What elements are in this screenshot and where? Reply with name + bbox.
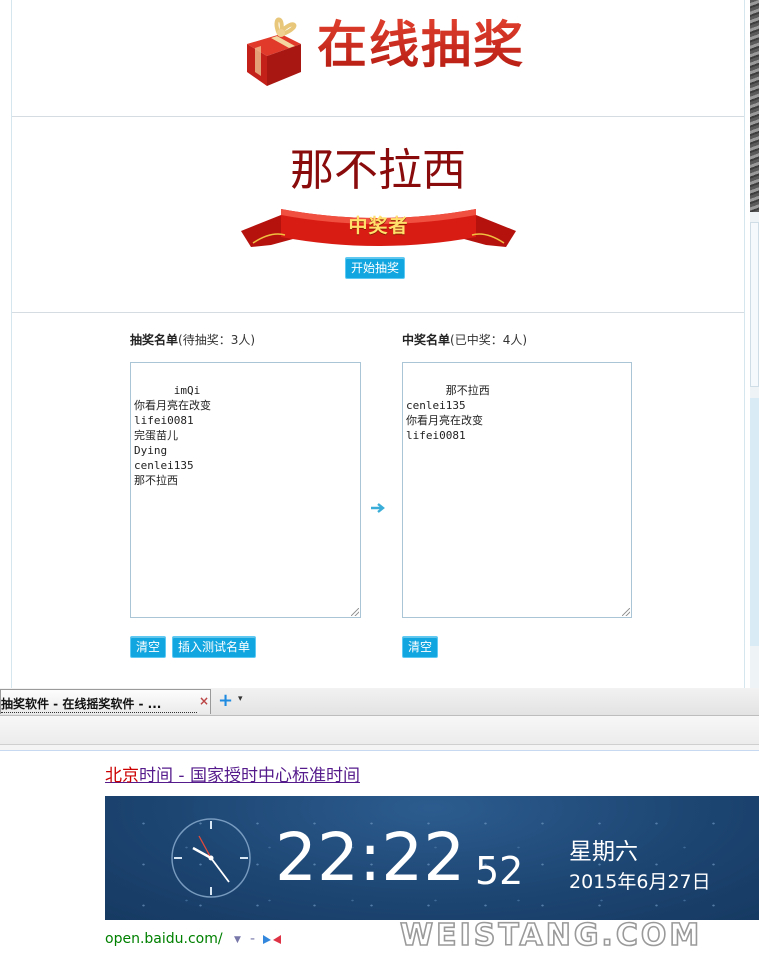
- date-label: 2015年6月27日: [569, 871, 711, 893]
- pending-list-entries: imQi 你看月亮在改变 lifei0081 完蛋苗儿 Dying cenlei…: [134, 384, 211, 487]
- browser-toolbar-divider: [0, 745, 759, 751]
- winner-list-textarea[interactable]: 那不拉西 cenlei135 你看月亮在改变 lifei0081: [402, 362, 632, 618]
- title-text: 时间: [139, 766, 173, 786]
- tab-menu-chevron-icon[interactable]: ▾: [238, 694, 243, 704]
- start-draw-button[interactable]: 开始抽奖: [345, 257, 406, 279]
- analog-clock-icon: [171, 818, 251, 898]
- right-arrow-icon: [371, 503, 385, 513]
- time-widget: 22:22 52 星期六 2015年6月27日: [105, 796, 759, 920]
- search-result-title[interactable]: 北京时间 - 国家授时中心标准时间: [105, 761, 360, 786]
- winner-display: 那不拉西 中奖者 开始抽奖: [12, 117, 744, 313]
- result-url[interactable]: open.baidu.com/: [105, 931, 223, 947]
- digital-time: 22:22: [275, 819, 466, 896]
- weekday-label: 星期六: [569, 839, 638, 865]
- page-header: 在线抽奖: [12, 0, 744, 117]
- browser-tab-bar: 抽奖软件 - 在线摇奖软件 - ... × + ▾: [0, 688, 759, 716]
- winner-count: (已中奖：4人): [450, 333, 528, 347]
- baidu-share-icon[interactable]: [262, 934, 282, 945]
- winner-name: 那不拉西: [290, 145, 466, 196]
- clear-pending-button[interactable]: 清空: [130, 636, 167, 658]
- pending-count: (待抽奖：3人): [178, 333, 256, 347]
- side-image: [750, 0, 759, 212]
- resize-handle[interactable]: [622, 608, 630, 616]
- chevron-down-icon[interactable]: ▼: [234, 935, 241, 945]
- winner-ribbon-label: 中奖者: [348, 215, 409, 237]
- winner-list-label: 中奖名单: [402, 333, 451, 347]
- title-highlight: 北京: [105, 766, 139, 786]
- tab-title: 抽奖软件 - 在线摇奖软件 - ...: [1, 695, 197, 713]
- side-panel: [750, 0, 759, 688]
- title-text: - 国家授时中心标准时间: [173, 766, 360, 786]
- tab-close-icon[interactable]: ×: [199, 694, 209, 708]
- url-separator: -: [250, 931, 256, 947]
- resize-handle[interactable]: [351, 608, 359, 616]
- pending-list-title: 抽奖名单(待抽奖：3人): [130, 331, 255, 348]
- name-lists: 抽奖名单(待抽奖：3人) imQi 你看月亮在改变 lifei0081 完蛋苗儿…: [12, 313, 744, 688]
- app-logo-text: 在线抽奖: [317, 15, 525, 74]
- watermark: WEISTANG.COM: [399, 917, 703, 954]
- insert-test-list-button[interactable]: 插入测试名单: [172, 636, 257, 658]
- winner-list-entries: 那不拉西 cenlei135 你看月亮在改变 lifei0081: [406, 384, 490, 442]
- plus-icon[interactable]: +: [218, 691, 233, 711]
- side-box: [750, 398, 759, 646]
- browser-toolbar: [0, 716, 759, 745]
- ribbon-banner-icon: 中奖者: [241, 201, 516, 255]
- gift-box-icon: [247, 17, 301, 86]
- side-box: [750, 222, 759, 387]
- pending-list-textarea[interactable]: imQi 你看月亮在改变 lifei0081 完蛋苗儿 Dying cenlei…: [130, 362, 361, 618]
- pending-list-label: 抽奖名单: [130, 333, 179, 347]
- lottery-page: 在线抽奖 那不拉西 中奖者 开始抽奖 抽奖名单(待抽奖：3人) imQi 你看月…: [11, 0, 745, 688]
- browser-tab[interactable]: 抽奖软件 - 在线摇奖软件 - ... ×: [0, 689, 211, 714]
- digital-seconds: 52: [475, 849, 524, 893]
- winner-list-title: 中奖名单(已中奖：4人): [402, 331, 527, 348]
- clear-winner-button[interactable]: 清空: [402, 636, 439, 658]
